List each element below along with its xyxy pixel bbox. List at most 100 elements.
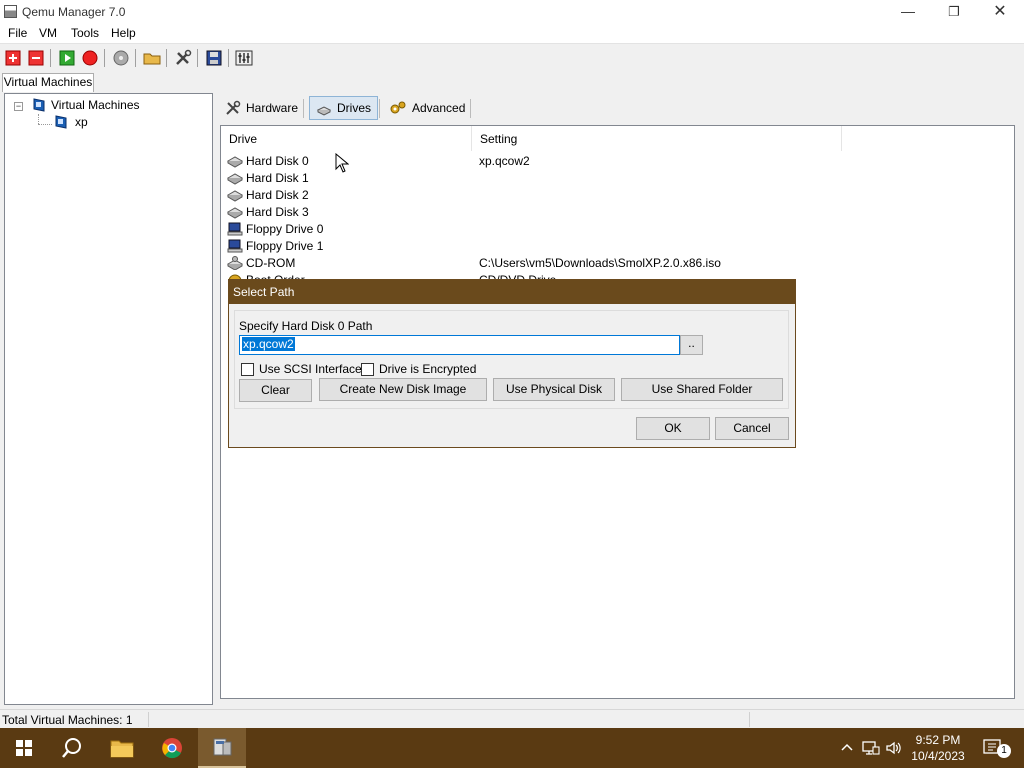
cancel-button[interactable]: Cancel xyxy=(715,417,789,440)
drive-icon xyxy=(316,106,332,116)
list-item[interactable]: Floppy Drive 0 xyxy=(227,220,323,237)
path-label: Specify Hard Disk 0 Path xyxy=(239,319,373,333)
browse-button[interactable]: .. xyxy=(680,335,703,355)
list-item[interactable]: Hard Disk 3 xyxy=(227,203,309,220)
volume-icon xyxy=(886,741,901,755)
search-button[interactable] xyxy=(48,728,96,768)
chevron-up-icon xyxy=(841,743,853,751)
remove-vm-button[interactable] xyxy=(26,48,46,68)
save-button[interactable] xyxy=(204,48,224,68)
select-path-dialog: Select Path Specify Hard Disk 0 Path xp.… xyxy=(228,279,796,448)
tab-drives[interactable]: Drives xyxy=(309,96,379,120)
tree-vm-xp[interactable]: xp xyxy=(53,114,88,130)
system-clock[interactable]: 9:52 PM 10/4/2023 xyxy=(906,732,970,764)
toolbar xyxy=(0,43,1024,71)
chrome-icon xyxy=(162,738,182,759)
list-item[interactable]: Hard Disk 2 xyxy=(227,186,309,203)
start-vm-icon xyxy=(59,50,75,66)
console-icon xyxy=(235,50,253,66)
status-bar: Total Virtual Machines: 1 xyxy=(0,709,1024,728)
menu-file[interactable]: File xyxy=(8,26,27,40)
tab-advanced[interactable]: Advanced xyxy=(383,96,471,120)
file-explorer-button[interactable] xyxy=(98,728,146,768)
tree-root-label: Virtual Machines xyxy=(51,98,140,112)
menu-tools[interactable]: Tools xyxy=(71,26,99,40)
drive-name: Hard Disk 1 xyxy=(246,170,309,185)
disc-button[interactable] xyxy=(111,48,131,68)
encrypted-box xyxy=(361,362,374,376)
use-scsi-box xyxy=(241,362,254,376)
list-item[interactable]: Hard Disk 0 xyxy=(227,152,309,169)
use-physical-disk-button[interactable]: Use Physical Disk xyxy=(493,378,615,401)
menu-help[interactable]: Help xyxy=(111,26,136,40)
create-disk-image-button[interactable]: Create New Disk Image xyxy=(319,378,487,401)
minimize-button[interactable]: — xyxy=(885,0,931,24)
remove-vm-icon xyxy=(28,50,44,66)
network-icon xyxy=(862,741,880,755)
stop-vm-icon xyxy=(82,50,98,66)
settings-button[interactable] xyxy=(173,48,193,68)
taskbar: 9:52 PM 10/4/2023 1 xyxy=(0,728,1024,768)
notification-badge: 1 xyxy=(997,744,1011,758)
search-icon xyxy=(62,738,81,758)
vm-icon xyxy=(55,115,67,129)
title-bar: Qemu Manager 7.0 — ❐ ✕ xyxy=(0,0,1024,24)
column-setting[interactable]: Setting xyxy=(472,126,842,151)
qemu-manager-icon xyxy=(213,738,232,756)
clock-date: 10/4/2023 xyxy=(911,749,965,763)
menu-vm[interactable]: VM xyxy=(39,26,57,40)
list-item[interactable]: CD-ROM xyxy=(227,254,295,271)
start-button[interactable] xyxy=(0,728,48,768)
chrome-button[interactable] xyxy=(148,728,196,768)
file-explorer-icon xyxy=(110,740,134,758)
close-button[interactable]: ✕ xyxy=(977,0,1023,24)
hard-disk-icon xyxy=(227,205,243,219)
cdrom-icon xyxy=(227,255,243,270)
tree-collapse-toggle[interactable]: − xyxy=(14,102,23,111)
drive-name: CD-ROM xyxy=(246,255,296,270)
clock-time: 9:52 PM xyxy=(915,733,961,747)
tray-overflow-chevron[interactable] xyxy=(840,740,854,757)
clear-button[interactable]: Clear xyxy=(239,379,312,402)
drive-name: Hard Disk 0 xyxy=(246,153,309,168)
use-shared-folder-button[interactable]: Use Shared Folder xyxy=(621,378,783,401)
stop-vm-button[interactable] xyxy=(80,48,100,68)
encrypted-label: Drive is Encrypted xyxy=(379,362,477,376)
column-drive[interactable]: Drive xyxy=(221,126,472,151)
tools-icon xyxy=(226,100,241,115)
tree-root-node[interactable]: Virtual Machines xyxy=(31,97,140,113)
app-icon xyxy=(4,5,17,18)
list-item[interactable]: Hard Disk 1 xyxy=(227,169,309,186)
close-icon: ✕ xyxy=(993,3,1007,20)
encrypted-checkbox[interactable]: Drive is Encrypted xyxy=(361,362,476,376)
drive-setting: C:\Users\vm5\Downloads\SmolXP.2.0.x86.is… xyxy=(479,256,721,270)
mouse-cursor-icon xyxy=(335,153,349,173)
maximize-button[interactable]: ❐ xyxy=(931,0,977,24)
window-title: Qemu Manager 7.0 xyxy=(22,5,126,19)
dialog-title: Select Path xyxy=(229,280,795,304)
floppy-icon xyxy=(227,239,243,253)
minimize-icon: — xyxy=(901,3,915,19)
windows-start-icon xyxy=(16,740,32,756)
qemu-manager-taskbar-button[interactable] xyxy=(198,728,246,768)
add-vm-button[interactable] xyxy=(3,48,23,68)
path-input[interactable]: xp.qcow2 xyxy=(239,335,680,355)
notification-center-button[interactable]: 1 xyxy=(983,738,1011,761)
network-button[interactable] xyxy=(862,740,880,759)
tab-hardware[interactable]: Hardware xyxy=(219,96,304,120)
tree-vm-label: xp xyxy=(75,115,88,129)
disc-icon xyxy=(113,50,129,66)
use-scsi-checkbox[interactable]: Use SCSI Interface xyxy=(241,362,362,376)
open-folder-button[interactable] xyxy=(142,48,162,68)
drive-name: Floppy Drive 0 xyxy=(246,221,324,236)
list-item[interactable]: Floppy Drive 1 xyxy=(227,237,323,254)
hard-disk-icon xyxy=(227,171,243,185)
add-vm-icon xyxy=(5,50,21,66)
volume-button[interactable] xyxy=(885,740,903,759)
start-vm-button[interactable] xyxy=(57,48,77,68)
tab-virtual-machines[interactable]: Virtual Machines xyxy=(2,73,94,92)
ok-button[interactable]: OK xyxy=(636,417,710,440)
console-button[interactable] xyxy=(234,48,254,68)
drive-name: Hard Disk 3 xyxy=(246,204,309,219)
hard-disk-icon xyxy=(227,188,243,202)
